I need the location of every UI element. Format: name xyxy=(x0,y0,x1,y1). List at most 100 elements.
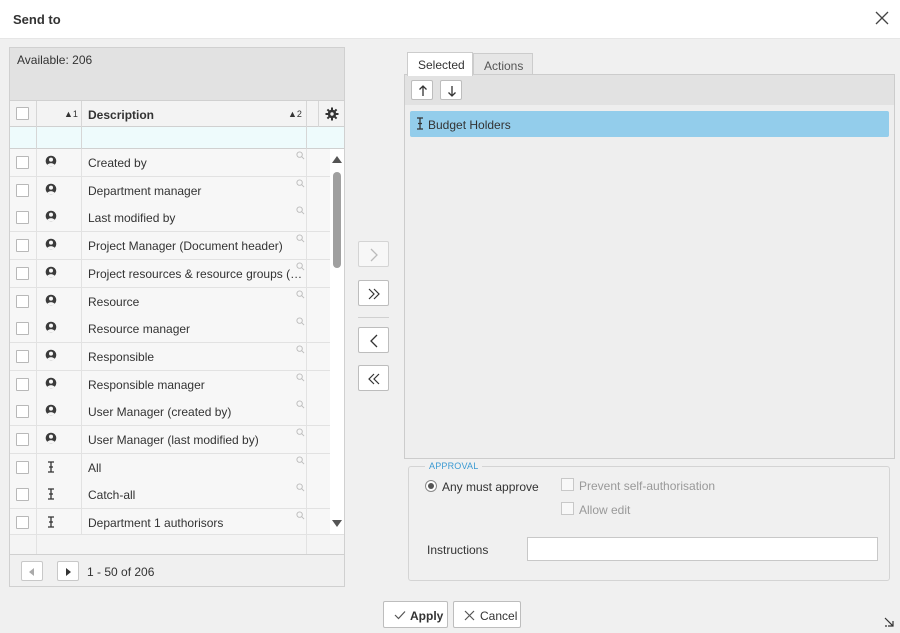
cancel-label: Cancel xyxy=(480,609,518,623)
dialog-titlebar: Send to xyxy=(0,0,900,39)
row-type-cell xyxy=(37,204,82,233)
select-all-checkbox[interactable] xyxy=(16,107,29,120)
row-label: Catch-all xyxy=(88,488,136,503)
apply-button[interactable]: Apply xyxy=(383,601,448,628)
table-row[interactable]: Project Manager (Document header) xyxy=(10,232,330,261)
row-checkbox[interactable] xyxy=(16,460,29,474)
header-type-cell[interactable]: ▲1 xyxy=(37,101,82,127)
table-row[interactable]: Created by xyxy=(10,149,330,177)
tab-actions[interactable]: Actions xyxy=(473,53,533,75)
move-up-button[interactable] xyxy=(411,80,433,100)
user-icon xyxy=(45,294,57,305)
row-checkbox[interactable] xyxy=(16,156,29,169)
close-icon[interactable] xyxy=(874,10,890,26)
table-row[interactable]: User Manager (last modified by) xyxy=(10,426,330,454)
gear-icon[interactable] xyxy=(325,107,339,121)
row-select-cell xyxy=(10,259,37,288)
scroll-thumb[interactable] xyxy=(333,172,341,268)
row-type-cell xyxy=(37,453,82,482)
any-must-approve-radio[interactable] xyxy=(425,480,437,492)
search-icon[interactable] xyxy=(296,428,305,437)
table-row[interactable]: Project resources & resource groups (D..… xyxy=(10,259,330,288)
search-icon[interactable] xyxy=(296,317,305,326)
pager: 1 - 50 of 206 xyxy=(10,554,344,586)
arrow-down-icon xyxy=(448,86,456,97)
search-icon[interactable] xyxy=(296,456,305,465)
row-checkbox[interactable] xyxy=(16,488,29,502)
group-icon xyxy=(48,488,54,501)
next-page-button[interactable] xyxy=(57,561,79,581)
row-select-cell xyxy=(10,204,37,233)
user-icon xyxy=(45,349,57,361)
row-checkbox[interactable] xyxy=(16,516,29,530)
table-row[interactable]: All xyxy=(10,453,330,482)
search-icon[interactable] xyxy=(296,151,305,160)
add-selected-button[interactable] xyxy=(358,241,389,267)
search-icon[interactable] xyxy=(296,373,305,382)
search-icon[interactable] xyxy=(296,206,305,215)
list-scrollbar[interactable] xyxy=(330,149,344,534)
dialog-title: Send to xyxy=(13,12,61,27)
search-icon[interactable] xyxy=(296,262,305,271)
row-checkbox[interactable] xyxy=(16,377,29,391)
row-checkbox[interactable] xyxy=(16,211,29,225)
prev-page-button[interactable] xyxy=(21,561,43,581)
header-description-cell[interactable]: ▲2 xyxy=(82,101,307,127)
row-checkbox[interactable] xyxy=(16,349,29,363)
row-checkbox[interactable] xyxy=(16,266,29,280)
prevent-self-auth-label[interactable]: Prevent self-authorisation xyxy=(579,479,715,493)
table-row[interactable]: Resource manager xyxy=(10,315,330,344)
row-checkbox[interactable] xyxy=(16,294,29,308)
table-row[interactable]: Department manager xyxy=(10,176,330,205)
row-label: User Manager (last modified by) xyxy=(88,433,259,447)
cancel-button[interactable]: Cancel xyxy=(453,601,521,628)
instructions-input[interactable] xyxy=(527,537,878,561)
search-icon[interactable] xyxy=(296,483,305,492)
row-checkbox[interactable] xyxy=(16,322,29,336)
double-chevron-right-icon xyxy=(368,288,380,300)
row-select-cell xyxy=(10,453,37,482)
row-checkbox[interactable] xyxy=(16,183,29,197)
row-type-cell xyxy=(37,259,82,288)
scroll-down-arrow-icon[interactable] xyxy=(332,520,342,527)
search-icon[interactable] xyxy=(296,289,305,299)
table-row[interactable]: Responsible manager xyxy=(10,370,330,399)
add-all-button[interactable] xyxy=(358,280,389,306)
table-row[interactable]: Responsible xyxy=(10,342,330,371)
search-icon[interactable] xyxy=(296,511,305,520)
remove-all-button[interactable] xyxy=(358,365,389,391)
table-row[interactable]: Catch-all xyxy=(10,481,330,510)
check-icon xyxy=(394,611,406,620)
selected-item[interactable]: Budget Holders xyxy=(410,111,889,137)
remove-selected-button[interactable] xyxy=(358,327,389,353)
row-checkbox[interactable] xyxy=(16,239,29,253)
row-checkbox[interactable] xyxy=(16,405,29,419)
approval-legend: APPROVAL xyxy=(425,461,483,471)
available-count: Available: 206 xyxy=(17,53,93,67)
row-description-cell: Project resources & resource groups (D..… xyxy=(82,259,307,288)
table-row[interactable]: User Manager (created by) xyxy=(10,398,330,427)
search-icon[interactable] xyxy=(296,179,305,188)
scroll-up-arrow-icon[interactable] xyxy=(332,156,342,163)
row-label: Department 1 authorisors xyxy=(88,516,224,531)
resize-grip-icon[interactable] xyxy=(884,617,894,627)
table-row[interactable]: Resource xyxy=(10,287,330,316)
move-down-button[interactable] xyxy=(440,80,462,100)
row-description-cell: Resource manager xyxy=(82,315,307,344)
search-icon[interactable] xyxy=(296,400,305,409)
table-row[interactable]: Last modified by xyxy=(10,204,330,233)
group-icon xyxy=(48,461,54,473)
search-icon[interactable] xyxy=(296,234,305,243)
row-select-cell xyxy=(10,370,37,399)
row-checkbox[interactable] xyxy=(16,433,29,446)
arrow-up-icon xyxy=(419,85,427,96)
search-icon[interactable] xyxy=(296,345,305,354)
table-row[interactable]: Department 1 authorisors xyxy=(10,509,330,534)
allow-edit-checkbox[interactable] xyxy=(561,502,574,515)
allow-edit-label[interactable]: Allow edit xyxy=(579,503,630,517)
prevent-self-auth-checkbox[interactable] xyxy=(561,478,574,491)
row-label: Last modified by xyxy=(88,211,176,226)
tab-selected[interactable]: Selected xyxy=(407,52,473,76)
any-must-approve-label[interactable]: Any must approve xyxy=(442,480,539,494)
filter-row[interactable] xyxy=(10,127,344,149)
